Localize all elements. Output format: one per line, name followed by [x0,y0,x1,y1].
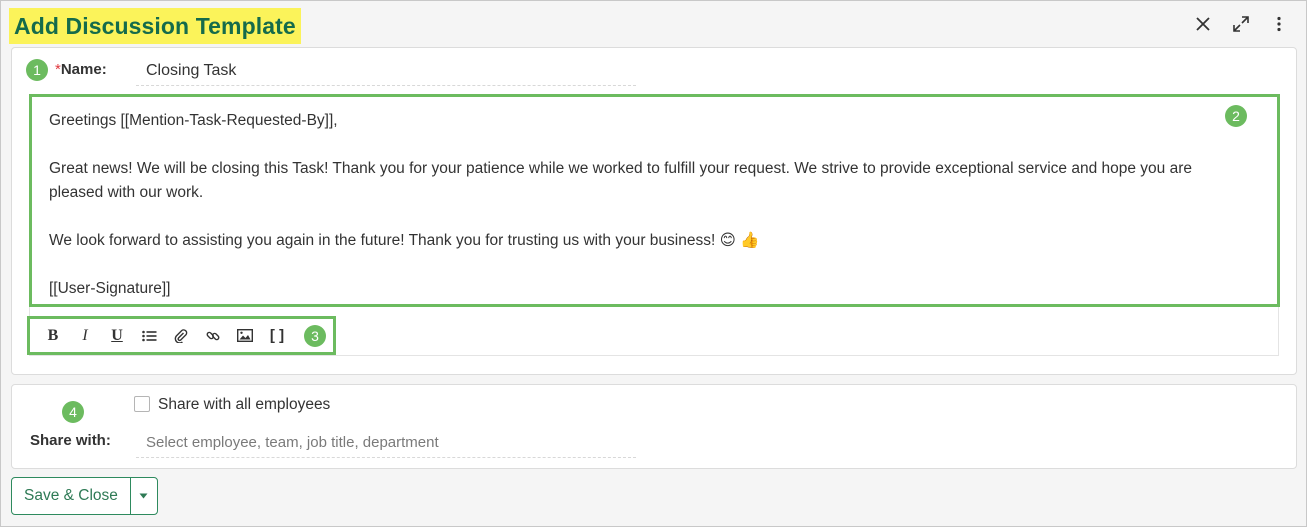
italic-icon[interactable]: I [69,323,101,349]
more-vertical-icon[interactable] [1269,14,1289,34]
formatting-toolbar: B I U [ ] [27,316,336,355]
close-icon[interactable] [1193,14,1213,34]
message-editor[interactable]: Greetings [[Mention-Task-Requested-By]],… [29,94,1280,307]
bold-icon[interactable]: B [37,323,69,349]
link-icon[interactable] [197,323,229,349]
placeholder-brackets-icon[interactable]: [ ] [261,323,293,349]
share-all-checkbox[interactable] [134,396,150,412]
save-options-dropdown[interactable] [131,478,157,514]
annotation-badge-1: 1 [26,59,48,81]
name-label-text: Name: [60,61,107,78]
dialog-title: Add Discussion Template [9,8,301,44]
bullet-list-icon[interactable] [133,323,165,349]
attachment-icon[interactable] [165,323,197,349]
annotation-badge-3: 3 [304,325,326,347]
expand-icon[interactable] [1231,14,1251,34]
underline-icon[interactable]: U [101,323,133,349]
annotation-badge-4: 4 [62,401,84,423]
name-label: *Name: [55,61,107,78]
body-paragraph-2: We look forward to assisting you again i… [49,232,760,249]
share-all-label[interactable]: Share with all employees [158,396,330,414]
annotation-badge-2: 2 [1225,105,1247,127]
caret-down-icon [139,493,148,499]
header-actions [1193,14,1289,34]
save-close-button[interactable]: Save & Close [12,478,131,514]
share-with-label: Share with: [30,432,111,449]
editor-content[interactable]: Greetings [[Mention-Task-Requested-By]],… [49,109,1229,301]
image-icon[interactable] [229,323,261,349]
share-with-input[interactable] [136,427,636,458]
body-paragraph-1: Great news! We will be closing this Task… [49,160,1192,201]
save-button-group: Save & Close [11,477,158,515]
greeting-line: Greetings [[Mention-Task-Requested-By]], [49,112,338,129]
signature-line: [[User-Signature]] [49,280,171,297]
name-input[interactable] [136,57,636,86]
